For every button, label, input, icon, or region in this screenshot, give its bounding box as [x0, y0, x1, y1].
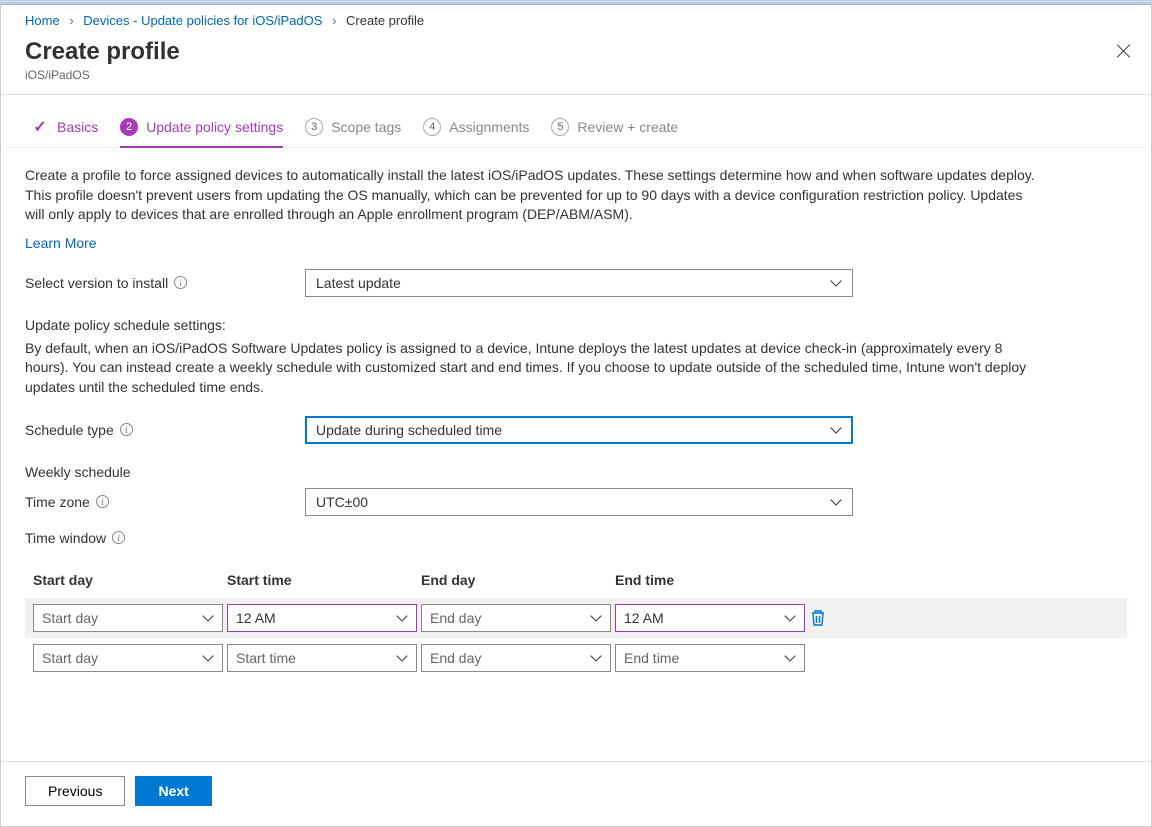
start-day-dropdown[interactable]: Start day: [33, 644, 223, 672]
chevron-right-icon: ›: [332, 13, 336, 28]
schedule-type-label: Schedule type: [25, 422, 114, 438]
time-window-table: Start day Start time End day End time St…: [25, 562, 1127, 678]
end-day-dropdown[interactable]: End day: [421, 604, 611, 632]
end-time-dropdown[interactable]: 12 AM: [615, 604, 805, 632]
schedule-settings-heading: Update policy schedule settings:: [25, 317, 1127, 333]
chevron-down-icon: [202, 612, 214, 624]
info-icon[interactable]: i: [112, 531, 125, 544]
timezone-value: UTC±00: [316, 494, 368, 510]
chevron-down-icon: [396, 612, 408, 624]
form-content: Create a profile to force assigned devic…: [1, 148, 1151, 761]
end-time-value: End time: [624, 650, 679, 666]
page-subtitle: iOS/iPadOS: [25, 68, 1127, 82]
weekly-schedule-heading: Weekly schedule: [25, 464, 1127, 480]
end-day-dropdown[interactable]: End day: [421, 644, 611, 672]
delete-row-button[interactable]: [809, 608, 827, 628]
version-dropdown[interactable]: Latest update: [305, 269, 853, 297]
tab-review-create[interactable]: 5 Review + create: [551, 118, 678, 146]
start-time-value: Start time: [236, 650, 296, 666]
timezone-dropdown[interactable]: UTC±00: [305, 488, 853, 516]
start-time-dropdown[interactable]: 12 AM: [227, 604, 417, 632]
tab-scope-tags[interactable]: 3 Scope tags: [305, 118, 401, 146]
start-time-value: 12 AM: [236, 610, 276, 626]
col-start-time: Start time: [227, 572, 417, 588]
trash-icon: [810, 609, 826, 627]
tab-review-label: Review + create: [577, 119, 678, 135]
step-number: 4: [423, 118, 441, 136]
chevron-down-icon: [830, 277, 842, 289]
tab-assign-label: Assignments: [449, 119, 529, 135]
chevron-right-icon: ›: [69, 13, 73, 28]
start-day-value: Start day: [42, 650, 98, 666]
wizard-footer: Previous Next: [1, 761, 1151, 826]
chevron-down-icon: [396, 652, 408, 664]
wizard-tabs: ✓ Basics 2 Update policy settings 3 Scop…: [7, 95, 1145, 148]
version-value: Latest update: [316, 275, 401, 291]
end-time-dropdown[interactable]: End time: [615, 644, 805, 672]
chevron-down-icon: [202, 652, 214, 664]
tab-update-policy-settings[interactable]: 2 Update policy settings: [120, 118, 283, 148]
chevron-down-icon: [830, 424, 842, 436]
table-row: Start day Start time End day End time: [25, 638, 1127, 678]
info-icon[interactable]: i: [120, 423, 133, 436]
start-day-value: Start day: [42, 610, 98, 626]
timezone-label: Time zone: [25, 494, 90, 510]
timewindow-label: Time window: [25, 530, 106, 546]
col-end-day: End day: [421, 572, 611, 588]
tab-assignments[interactable]: 4 Assignments: [423, 118, 529, 146]
tab-scope-label: Scope tags: [331, 119, 401, 135]
breadcrumb-devices[interactable]: Devices - Update policies for iOS/iPadOS: [83, 13, 322, 28]
tab-basics[interactable]: ✓ Basics: [31, 117, 98, 147]
page-header: Create profile iOS/iPadOS: [1, 34, 1151, 95]
end-day-value: End day: [430, 650, 481, 666]
description-text: Create a profile to force assigned devic…: [25, 166, 1035, 225]
breadcrumb-current: Create profile: [346, 13, 424, 28]
schedule-type-dropdown[interactable]: Update during scheduled time: [305, 416, 853, 444]
chevron-down-icon: [784, 652, 796, 664]
tab-settings-label: Update policy settings: [146, 119, 283, 135]
schedule-settings-text: By default, when an iOS/iPadOS Software …: [25, 339, 1035, 398]
step-number: 5: [551, 118, 569, 136]
start-time-dropdown[interactable]: Start time: [227, 644, 417, 672]
learn-more-link[interactable]: Learn More: [25, 235, 97, 251]
close-icon[interactable]: [1115, 42, 1133, 60]
table-row: Start day 12 AM End day 12 AM: [25, 598, 1127, 638]
chevron-down-icon: [590, 612, 602, 624]
info-icon[interactable]: i: [96, 495, 109, 508]
breadcrumb: Home › Devices - Update policies for iOS…: [1, 5, 1151, 34]
step-number: 3: [305, 118, 323, 136]
chevron-down-icon: [590, 652, 602, 664]
next-button[interactable]: Next: [135, 776, 211, 806]
version-label: Select version to install: [25, 275, 168, 291]
previous-button[interactable]: Previous: [25, 776, 125, 806]
tab-basics-label: Basics: [57, 119, 98, 135]
schedule-type-value: Update during scheduled time: [316, 422, 502, 438]
chevron-down-icon: [784, 612, 796, 624]
end-time-value: 12 AM: [624, 610, 664, 626]
check-icon: ✓: [31, 117, 49, 137]
chevron-down-icon: [830, 496, 842, 508]
start-day-dropdown[interactable]: Start day: [33, 604, 223, 632]
info-icon[interactable]: i: [174, 276, 187, 289]
page-title: Create profile: [25, 38, 1127, 66]
col-start-day: Start day: [33, 572, 223, 588]
end-day-value: End day: [430, 610, 481, 626]
step-number: 2: [120, 118, 138, 136]
breadcrumb-home[interactable]: Home: [25, 13, 60, 28]
col-end-time: End time: [615, 572, 805, 588]
